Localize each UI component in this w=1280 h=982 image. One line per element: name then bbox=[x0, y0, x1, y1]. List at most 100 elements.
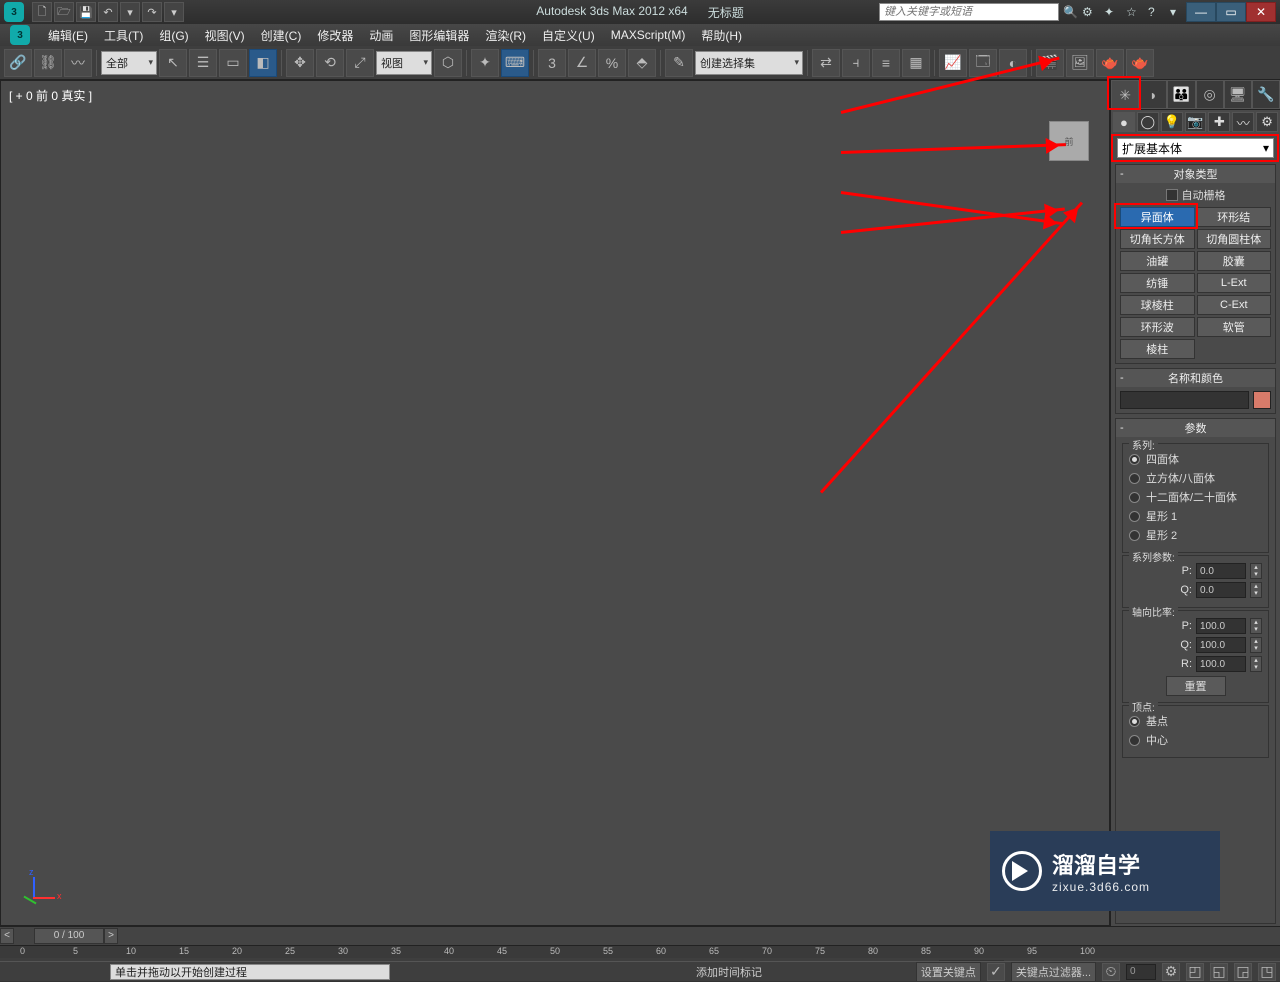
obj-btn-软管[interactable]: 软管 bbox=[1197, 317, 1272, 337]
ar-p-spinner[interactable]: 100.0 bbox=[1196, 618, 1246, 634]
menu-views[interactable]: 视图(V) bbox=[197, 24, 253, 46]
fp-q-spinner[interactable]: 0.0 bbox=[1196, 582, 1246, 598]
help-icon[interactable]: ? bbox=[1148, 5, 1166, 19]
new-icon[interactable]: 🗋 bbox=[32, 2, 52, 22]
tab-display[interactable]: 🖥 bbox=[1224, 80, 1252, 109]
exchange-icon[interactable]: ✦ bbox=[1104, 5, 1122, 19]
obj-btn-油罐[interactable]: 油罐 bbox=[1120, 251, 1195, 271]
time-config-icon[interactable]: ⚙ bbox=[1162, 963, 1180, 981]
menu-create[interactable]: 创建(C) bbox=[253, 24, 310, 46]
menu-maxscript[interactable]: MAXScript(M) bbox=[603, 24, 694, 46]
maximize-button[interactable]: ▭ bbox=[1216, 2, 1246, 22]
cat-cameras-icon[interactable]: 📷 bbox=[1185, 112, 1207, 132]
obj-btn-L-Ext[interactable]: L-Ext bbox=[1197, 273, 1272, 293]
favorite-icon[interactable]: ☆ bbox=[1126, 5, 1144, 19]
next-frame-icon[interactable]: > bbox=[104, 928, 118, 944]
rollout-header[interactable]: -名称和颜色 bbox=[1116, 369, 1275, 387]
obj-btn-棱柱[interactable]: 棱柱 bbox=[1120, 339, 1195, 359]
undo-icon[interactable]: ↶ bbox=[98, 2, 118, 22]
time-slider-handle[interactable]: 0 / 100 bbox=[34, 928, 104, 944]
selection-filter-dropdown[interactable]: 全部 bbox=[101, 51, 157, 75]
keymode-icon[interactable]: ✓ bbox=[987, 963, 1005, 981]
manipulate-icon[interactable]: ✦ bbox=[471, 49, 499, 77]
viewport[interactable]: [ + 0 前 0 真实 ] 前 z x bbox=[0, 80, 1110, 926]
keyboard-shortcut-icon[interactable]: ⌨ bbox=[501, 49, 529, 77]
layers-icon[interactable]: ≡ bbox=[872, 49, 900, 77]
graphite-icon[interactable]: ▦ bbox=[902, 49, 930, 77]
editnamed-icon[interactable]: ✎ bbox=[665, 49, 693, 77]
menu-animation[interactable]: 动画 bbox=[361, 24, 401, 46]
ar-q-spinner[interactable]: 100.0 bbox=[1196, 637, 1246, 653]
cat-lights-icon[interactable]: 💡 bbox=[1161, 112, 1183, 132]
cat-spacewarps-icon[interactable]: 〰 bbox=[1232, 112, 1254, 132]
bind-spacewarp-icon[interactable]: 〰 bbox=[64, 49, 92, 77]
current-frame[interactable]: 0 bbox=[1126, 964, 1156, 980]
timeline-ruler[interactable]: 0510152025303540455055606570758085909510… bbox=[0, 945, 1280, 959]
close-button[interactable]: ✕ bbox=[1246, 2, 1276, 22]
reset-button[interactable]: 重置 bbox=[1166, 676, 1226, 696]
rollout-header[interactable]: -参数 bbox=[1116, 419, 1275, 437]
select-region-icon[interactable]: ▭ bbox=[219, 49, 247, 77]
nav-1-icon[interactable]: ◰ bbox=[1186, 963, 1204, 981]
snap-angle-icon[interactable]: ∠ bbox=[568, 49, 596, 77]
nav-4-icon[interactable]: ◳ bbox=[1258, 963, 1276, 981]
scale-icon[interactable]: ⤢ bbox=[346, 49, 374, 77]
rollout-header[interactable]: -对象类型 bbox=[1116, 165, 1275, 183]
cat-systems-icon[interactable]: ⚙ bbox=[1256, 112, 1278, 132]
obj-btn-环形结[interactable]: 环形结 bbox=[1197, 207, 1272, 227]
mirror-icon[interactable]: ⇄ bbox=[812, 49, 840, 77]
cat-helpers-icon[interactable]: ✚ bbox=[1208, 112, 1230, 132]
tab-hierarchy[interactable]: 👪 bbox=[1167, 80, 1195, 109]
undo-dd-icon[interactable]: ▾ bbox=[120, 2, 140, 22]
viewport-label[interactable]: [ + 0 前 0 真实 ] bbox=[9, 87, 92, 104]
key-filters-button[interactable]: 关键点过滤器... bbox=[1011, 962, 1096, 982]
help-dd-icon[interactable]: ▾ bbox=[1170, 5, 1182, 19]
add-time-tag[interactable]: 添加时间标记 bbox=[696, 964, 762, 980]
curve-editor-icon[interactable]: 📈 bbox=[939, 49, 967, 77]
spinner-arrows[interactable] bbox=[1250, 563, 1262, 579]
fp-p-spinner[interactable]: 0.0 bbox=[1196, 563, 1246, 579]
render-frame-icon[interactable]: 🖼 bbox=[1066, 49, 1094, 77]
menu-group[interactable]: 组(G) bbox=[151, 24, 196, 46]
spinner-arrows[interactable] bbox=[1250, 637, 1262, 653]
autogrid-checkbox[interactable] bbox=[1166, 189, 1178, 201]
menu-rendering[interactable]: 渲染(R) bbox=[477, 24, 534, 46]
obj-btn-切角圆柱体[interactable]: 切角圆柱体 bbox=[1197, 229, 1272, 249]
family-radio[interactable] bbox=[1129, 530, 1140, 541]
unlink-icon[interactable]: ⛓ bbox=[34, 49, 62, 77]
obj-btn-切角长方体[interactable]: 切角长方体 bbox=[1120, 229, 1195, 249]
app-menu-icon[interactable]: 3 bbox=[10, 25, 30, 45]
cat-shapes-icon[interactable]: ◯ bbox=[1137, 112, 1159, 132]
object-name-input[interactable] bbox=[1120, 391, 1249, 409]
snap-3-icon[interactable]: 3 bbox=[538, 49, 566, 77]
search-icon[interactable]: 🔍 bbox=[1063, 5, 1078, 19]
cat-geometry-icon[interactable]: ● bbox=[1113, 112, 1135, 132]
spinner-arrows[interactable] bbox=[1250, 618, 1262, 634]
link-icon[interactable]: 🔗 bbox=[4, 49, 32, 77]
move-icon[interactable]: ✥ bbox=[286, 49, 314, 77]
menu-tools[interactable]: 工具(T) bbox=[96, 24, 151, 46]
time-goto-icon[interactable]: ⏲ bbox=[1102, 963, 1120, 981]
spinner-arrows[interactable] bbox=[1250, 582, 1262, 598]
menu-edit[interactable]: 编辑(E) bbox=[40, 24, 96, 46]
minimize-button[interactable]: — bbox=[1186, 2, 1216, 22]
menu-grapheditors[interactable]: 图形编辑器 bbox=[401, 24, 477, 46]
family-radio[interactable] bbox=[1129, 492, 1140, 503]
snap-spinner-icon[interactable]: ⬘ bbox=[628, 49, 656, 77]
redo-icon[interactable]: ↷ bbox=[142, 2, 162, 22]
vertex-radio[interactable] bbox=[1129, 716, 1140, 727]
refcoord-dropdown[interactable]: 视图 bbox=[376, 51, 432, 75]
obj-btn-球棱柱[interactable]: 球棱柱 bbox=[1120, 295, 1195, 315]
select-icon[interactable]: ↖ bbox=[159, 49, 187, 77]
family-radio[interactable] bbox=[1129, 454, 1140, 465]
ar-r-spinner[interactable]: 100.0 bbox=[1196, 656, 1246, 672]
redo-dd-icon[interactable]: ▾ bbox=[164, 2, 184, 22]
select-name-icon[interactable]: ☰ bbox=[189, 49, 217, 77]
align-icon[interactable]: ⫞ bbox=[842, 49, 870, 77]
object-color-swatch[interactable] bbox=[1253, 391, 1271, 409]
named-selset-dropdown[interactable]: 创建选择集 bbox=[695, 51, 803, 75]
menu-customize[interactable]: 自定义(U) bbox=[534, 24, 603, 46]
category-dropdown[interactable]: 扩展基本体 bbox=[1117, 138, 1274, 158]
obj-btn-纺锤[interactable]: 纺锤 bbox=[1120, 273, 1195, 293]
comm-center-icon[interactable]: ⚙ bbox=[1082, 5, 1100, 19]
